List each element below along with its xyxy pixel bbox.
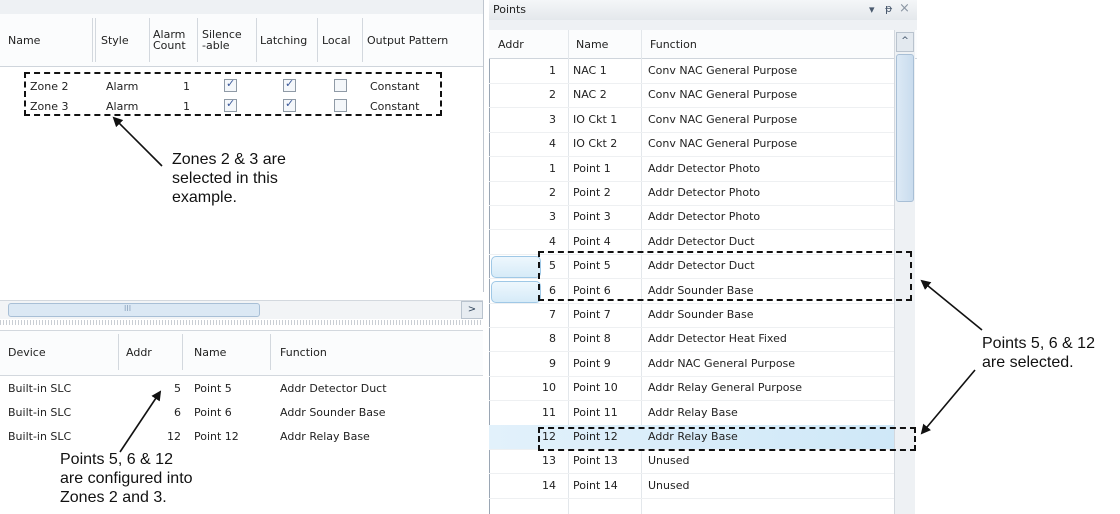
point-name: Point 1 [573, 161, 611, 175]
annotation-zones-selected: Zones 2 & 3 are selected in this example… [172, 151, 286, 206]
zones-toolbar-strip [0, 0, 483, 15]
zones-col-silenceable[interactable]: Silence -able [202, 14, 252, 66]
zones-col-latching[interactable]: Latching [260, 14, 315, 66]
point-function: Addr Detector Photo [648, 210, 761, 224]
points-row[interactable]: 3 IO Ckt 1 Conv NAC General Purpose [489, 108, 894, 133]
points-row[interactable]: 10 Point 10 Addr Relay General Purpose [489, 376, 894, 402]
point-name: Point 4 [573, 234, 611, 248]
point-addr: 4 [549, 137, 556, 151]
points-row[interactable]: 13 Point 13 Unused [489, 449, 894, 475]
points-row[interactable]: 1 NAC 1 Conv NAC General Purpose [489, 59, 894, 84]
point-name: Point 11 [573, 405, 618, 419]
point-12-selection-highlight [538, 427, 916, 451]
arrow-to-points-5-6 [920, 279, 983, 331]
points-row[interactable]: 8 Point 8 Addr Detector Heat Fixed [489, 327, 894, 353]
arrow-to-point-12 [920, 369, 976, 435]
points-row[interactable]: 14 Point 14 Unused [489, 474, 894, 499]
device-row[interactable]: Built-in SLC 5 Point 5 Addr Detector Duc… [0, 378, 483, 400]
points-row[interactable]: 11 Point 11 Addr Relay Base [489, 401, 894, 426]
point-name: Point 2 [573, 186, 611, 199]
points-col-addr[interactable]: Addr [498, 30, 558, 58]
point-name: Point 9 [573, 356, 611, 370]
point-addr: 1 [549, 64, 556, 77]
device-row[interactable]: Built-in SLC 6 Point 6 Addr Sounder Base [0, 402, 483, 424]
pane-splitter[interactable] [0, 320, 483, 325]
point-addr: 4 [549, 234, 556, 248]
point-addr: 9 [549, 356, 556, 370]
point-function: Addr Detector Photo [648, 161, 761, 175]
devices-col-name[interactable]: Name [194, 330, 264, 374]
point-addr: 3 [549, 210, 556, 224]
points-col-function[interactable]: Function [650, 30, 850, 58]
point-function: Unused [648, 478, 690, 492]
point-addr: 3 [549, 112, 556, 126]
points-panel-titlebar: Points ▾ ᵽ × [489, 0, 917, 21]
dropdown-menu-icon[interactable]: ▾ [869, 3, 875, 16]
pin-icon[interactable]: ᵽ [885, 2, 892, 15]
zones-col-name[interactable]: Name [8, 14, 90, 66]
row-selector[interactable] [491, 280, 541, 303]
points-5-6-selection-highlight [538, 251, 912, 301]
point-name: IO Ckt 1 [573, 112, 618, 126]
point-function: Conv NAC General Purpose [648, 88, 798, 102]
point-function: Addr Sounder Base [648, 308, 754, 321]
point-function: Addr Detector Heat Fixed [648, 332, 787, 346]
point-function: Addr Detector Duct [648, 234, 755, 248]
points-col-name[interactable]: Name [576, 30, 636, 58]
point-addr: 2 [549, 88, 556, 102]
point-name: NAC 1 [573, 64, 607, 77]
point-name: Point 7 [573, 308, 611, 321]
point-function: Conv NAC General Purpose [648, 112, 798, 126]
point-name: Point 13 [573, 454, 618, 468]
annotation-points-configured: Points 5, 6 & 12 are configured into Zon… [60, 451, 193, 506]
row-selector[interactable] [491, 256, 541, 279]
point-addr: 8 [549, 332, 556, 346]
points-row[interactable]: 1 Point 1 Addr Detector Photo [489, 157, 894, 182]
point-name: Point 10 [573, 381, 618, 395]
points-panel-title: Points [493, 3, 527, 16]
point-function: Addr Detector Photo [648, 186, 761, 199]
point-function: Addr Relay Base [648, 405, 738, 419]
point-addr: 2 [549, 186, 556, 199]
zones-col-output-pattern[interactable]: Output Pattern [367, 14, 479, 66]
annotation-points-selected: Points 5, 6 & 12 are selected. [982, 335, 1095, 371]
scroll-up-icon[interactable]: ^ [896, 32, 914, 52]
zones-col-alarm-count[interactable]: Alarm Count [153, 14, 193, 66]
point-function: Conv NAC General Purpose [648, 137, 798, 151]
points-scroll-thumb[interactable] [896, 54, 914, 202]
device-row[interactable]: Built-in SLC 12 Point 12 Addr Relay Base [0, 426, 483, 448]
zones-col-local[interactable]: Local [322, 14, 362, 66]
point-addr: 1 [549, 161, 556, 175]
zones-col-style[interactable]: Style [101, 14, 149, 66]
point-function: Addr Relay General Purpose [648, 381, 803, 395]
zones-selection-highlight [24, 72, 442, 116]
points-row[interactable]: 2 Point 2 Addr Detector Photo [489, 181, 894, 206]
point-name: Point 3 [573, 210, 611, 224]
points-row[interactable]: 3 Point 3 Addr Detector Photo [489, 205, 894, 231]
point-addr: 14 [542, 478, 556, 492]
point-addr: 7 [549, 308, 556, 321]
point-name: NAC 2 [573, 88, 607, 102]
point-addr: 10 [542, 381, 556, 395]
point-addr: 13 [542, 454, 556, 468]
point-function: Addr NAC General Purpose [648, 356, 796, 370]
point-function: Unused [648, 454, 690, 468]
devices-col-addr[interactable]: Addr [126, 330, 176, 374]
point-function: Conv NAC General Purpose [648, 64, 798, 77]
devices-col-function[interactable]: Function [280, 330, 470, 374]
points-row[interactable]: 2 NAC 2 Conv NAC General Purpose [489, 83, 894, 109]
point-name: Point 8 [573, 332, 611, 346]
points-row[interactable]: 9 Point 9 Addr NAC General Purpose [489, 352, 894, 377]
point-addr: 11 [542, 405, 556, 419]
close-icon[interactable]: × [899, 1, 910, 16]
devices-col-device[interactable]: Device [8, 330, 108, 374]
points-row[interactable]: 7 Point 7 Addr Sounder Base [489, 303, 894, 328]
point-name: IO Ckt 2 [573, 137, 618, 151]
point-name: Point 14 [573, 478, 618, 492]
zones-scroll-thumb[interactable]: III [8, 303, 260, 317]
points-row[interactable]: 4 IO Ckt 2 Conv NAC General Purpose [489, 132, 894, 158]
scroll-right-icon[interactable]: > [461, 301, 483, 319]
